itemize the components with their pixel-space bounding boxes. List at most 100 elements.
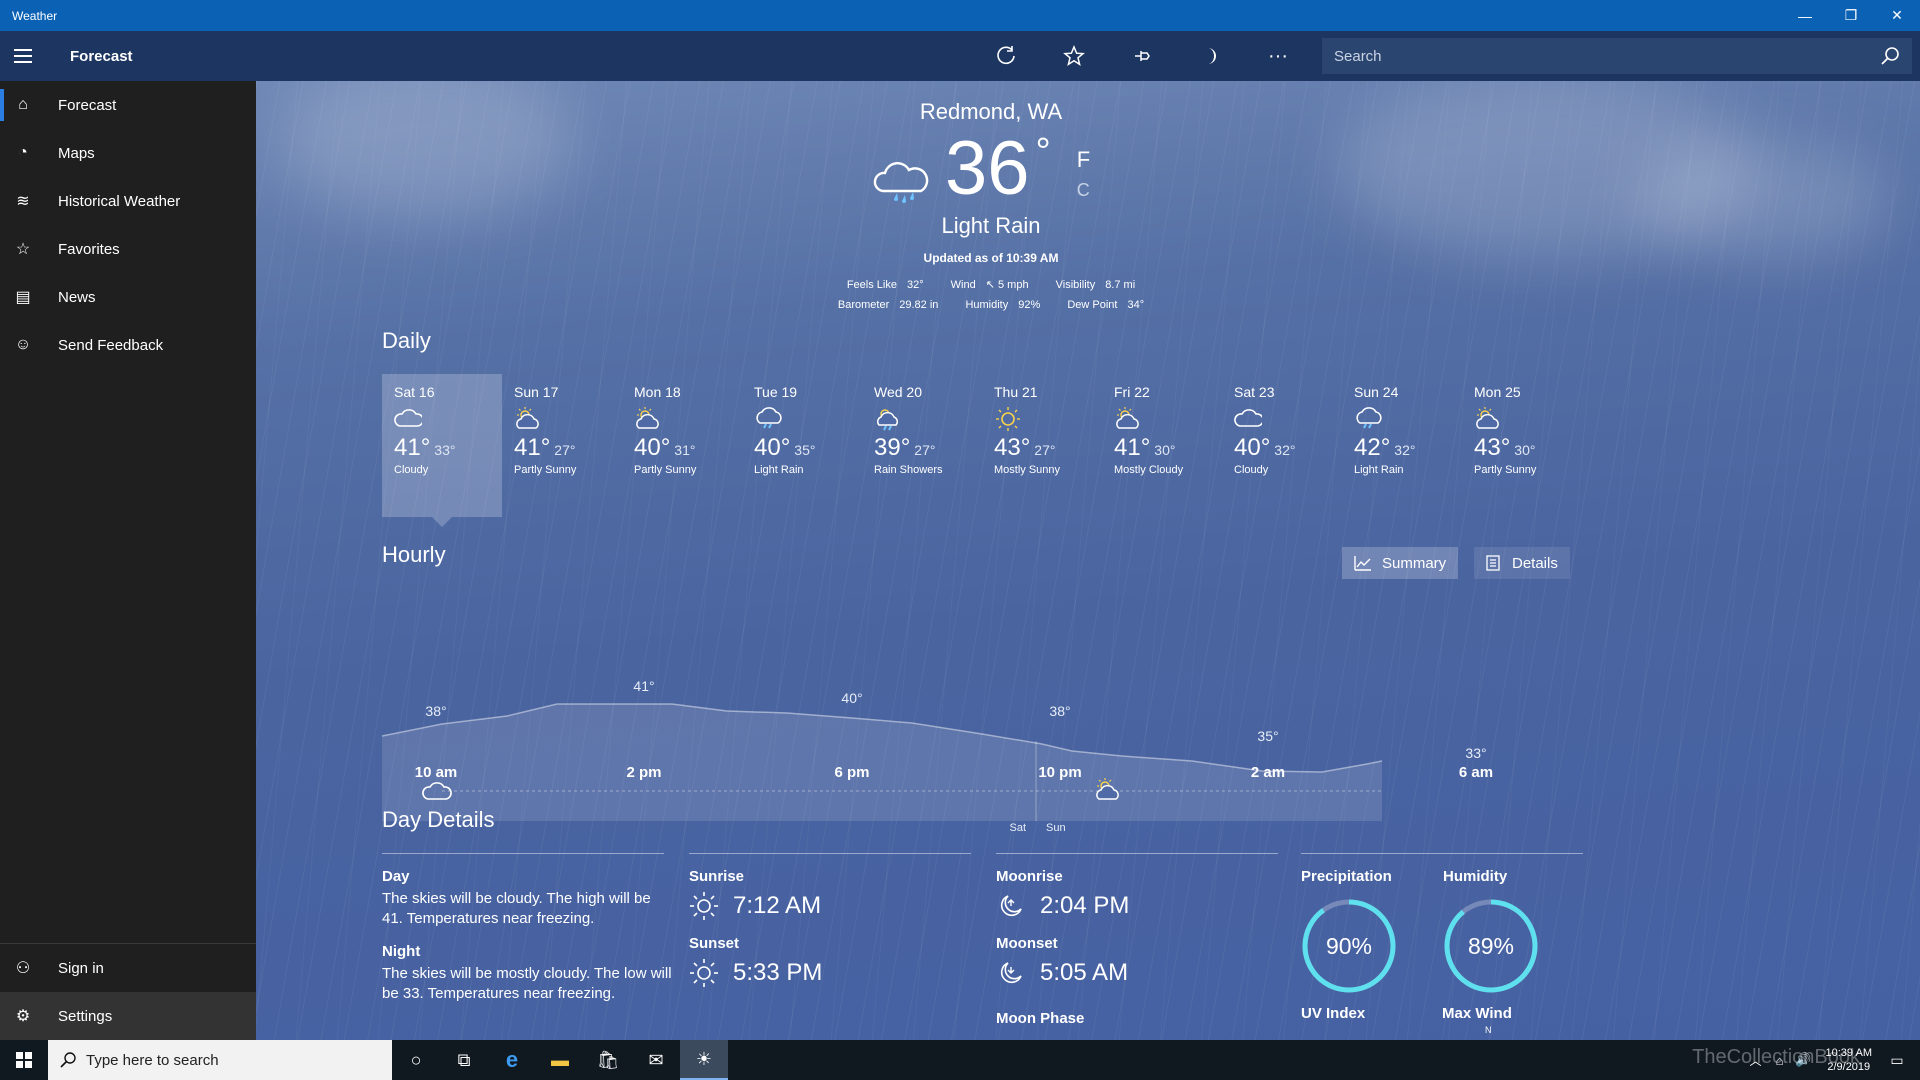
metric-value: ↖ 5 mph (985, 279, 1029, 291)
updated-time: Updated as of 10:39 AM (923, 251, 1059, 265)
rain-icon (756, 407, 782, 429)
sunset-time: 5:33 PM (733, 959, 823, 986)
weather-app-button[interactable]: ☀ (680, 1040, 728, 1080)
daily-card[interactable]: Sun 17 41° 27° Partly Sunny (502, 374, 622, 517)
search-input[interactable] (1334, 47, 1880, 65)
location-name: Redmond, WA (919, 99, 1063, 124)
nav-item-news[interactable]: ▤ News (0, 273, 256, 321)
day-split-label: Sun (1046, 822, 1066, 834)
hourly-chart[interactable]: 38° 41° 40° 38° 35° 33° Sat Sun (382, 591, 1582, 841)
search-icon[interactable] (1880, 46, 1900, 66)
daily-card[interactable]: Sat 23 40° 32° Cloudy (1222, 374, 1342, 517)
day-text: The skies will be cloudy. The high will … (382, 890, 651, 927)
favorite-button[interactable] (1040, 31, 1108, 81)
unit-switch[interactable]: F C (1077, 145, 1090, 205)
hamburger-menu-button[interactable] (0, 31, 46, 81)
more-button[interactable]: ··· (1244, 31, 1312, 81)
humidity-value: 89% (1467, 932, 1515, 959)
daily-card[interactable]: Fri 22 41° 30° Mostly Cloudy (1102, 374, 1222, 517)
edge-icon: e (505, 1047, 519, 1072)
day-name: Wed 20 (874, 384, 922, 400)
cortana-button[interactable]: ○ (392, 1040, 440, 1080)
watermark-text: TheCollectionBook (1692, 1046, 1860, 1068)
high-temp: 42° (1354, 434, 1391, 461)
nav-item-settings[interactable]: ⚙ Settings (0, 992, 256, 1040)
forecast-content[interactable]: Redmond, WA 36 ° F C Light Rain Updated … (256, 81, 1920, 1040)
daily-card[interactable]: Sun 24 42° 32° Light Rain (1342, 374, 1462, 517)
pin-button[interactable] (1108, 31, 1176, 81)
unit-fahrenheit[interactable]: F (1077, 145, 1090, 175)
daily-card[interactable]: Wed 20 39° 27° Rain Showers (862, 374, 982, 517)
hourly-time-label: 6 am (1458, 764, 1494, 781)
day-condition: Cloudy (394, 464, 429, 476)
hourly-temp-label: 41° (633, 678, 654, 694)
close-button[interactable]: ✕ (1874, 0, 1920, 31)
hourly-area (382, 704, 1382, 821)
day-name: Sat 16 (394, 384, 435, 400)
task-view-button[interactable]: ⧉ (440, 1040, 488, 1080)
edge-button[interactable]: e (488, 1040, 536, 1080)
daily-card[interactable]: Mon 18 40° 31° Partly Sunny (622, 374, 742, 517)
folder-icon: ▬ (551, 1049, 569, 1070)
dark-mode-button[interactable] (1176, 31, 1244, 81)
high-temp: 41° (394, 434, 431, 461)
hourly-time-label: 2 am (1250, 764, 1286, 781)
nav-item-label: Forecast (58, 96, 117, 114)
humidity-label: Humidity (1443, 868, 1508, 885)
hourly-title: Hourly (382, 542, 446, 567)
daily-card[interactable]: Sat 16 41° 33° Cloudy (382, 374, 502, 527)
day-condition: Rain Showers (874, 464, 943, 476)
taskbar-search-input[interactable] (86, 1051, 346, 1069)
day-name: Mon 25 (1474, 384, 1521, 400)
refresh-button[interactable] (972, 31, 1040, 81)
uv-index-label: UV Index (1301, 1005, 1366, 1022)
details-button[interactable]: Details (1474, 547, 1570, 579)
high-temp: 39° (874, 434, 911, 461)
start-button[interactable] (0, 1040, 48, 1080)
low-temp: 35° (794, 442, 816, 458)
metric-dew-point: Dew Point 34° (1061, 299, 1150, 311)
daily-card[interactable]: Thu 21 43° 27° Mostly Sunny (982, 374, 1102, 517)
mail-button[interactable]: ✉ (632, 1040, 680, 1080)
store-button[interactable]: 🛍 (584, 1040, 632, 1080)
cloud-rain-icon (873, 162, 929, 203)
unit-celsius[interactable]: C (1077, 175, 1090, 205)
restore-button[interactable]: ❐ (1828, 0, 1874, 31)
metric-visibility: Visibility 8.7 mi (1050, 279, 1142, 291)
sunrise-row: 7:12 AM (689, 891, 971, 921)
nav-item-sign-in[interactable]: ⚇ Sign in (0, 944, 256, 992)
daily-title: Daily (382, 328, 431, 353)
summary-button[interactable]: Summary (1342, 547, 1459, 579)
moon-phase-label: Moon Phase (996, 1010, 1085, 1027)
page-title: Forecast (70, 47, 133, 65)
hourly-temp-label: 38° (1049, 703, 1070, 719)
notification-icon[interactable]: ▭ (1882, 1040, 1912, 1080)
nav-item-favorites[interactable]: ☆ Favorites (0, 225, 256, 273)
star-list-icon: ☆ (15, 241, 31, 258)
taskbar-search[interactable] (48, 1040, 392, 1080)
nav-item-label: News (58, 288, 96, 306)
nav-item-historical-weather[interactable]: ≋ Historical Weather (0, 177, 256, 225)
file-explorer-button[interactable]: ▬ (536, 1040, 584, 1080)
daily-card[interactable]: Tue 19 40° 35° Light Rain (742, 374, 862, 517)
summary-label: Summary (1382, 554, 1447, 572)
night-text: The skies will be mostly cloudy. The low… (382, 965, 672, 1002)
nav-item-maps[interactable]: ◔ Maps (0, 129, 256, 177)
wind-direction: N (1485, 1025, 1492, 1035)
home-icon: ⌂ (18, 96, 28, 113)
current-conditions: 36 ° F C (871, 131, 1090, 207)
nav-item-send-feedback[interactable]: ☺ Send Feedback (0, 321, 256, 369)
daily-card[interactable]: Mon 25 43° 30° Partly Sunny (1462, 374, 1582, 517)
minimize-button[interactable]: — (1782, 0, 1828, 31)
rain-icon (1356, 407, 1382, 429)
hourly-time-label: 2 pm (626, 764, 662, 781)
search-box[interactable] (1322, 38, 1912, 74)
metric-label: Wind (950, 279, 976, 291)
metric-value: 32° (906, 279, 924, 291)
nav-item-forecast[interactable]: ⌂ Forecast (0, 81, 256, 129)
divider (1301, 853, 1583, 854)
day-name: Mon 18 (634, 384, 681, 400)
navigation-pane: ⌂ Forecast ◔ Maps ≋ Historical Weather ☆… (0, 81, 256, 1040)
high-temp: 40° (1234, 434, 1271, 461)
max-wind-label: Max Wind (1442, 1005, 1512, 1022)
